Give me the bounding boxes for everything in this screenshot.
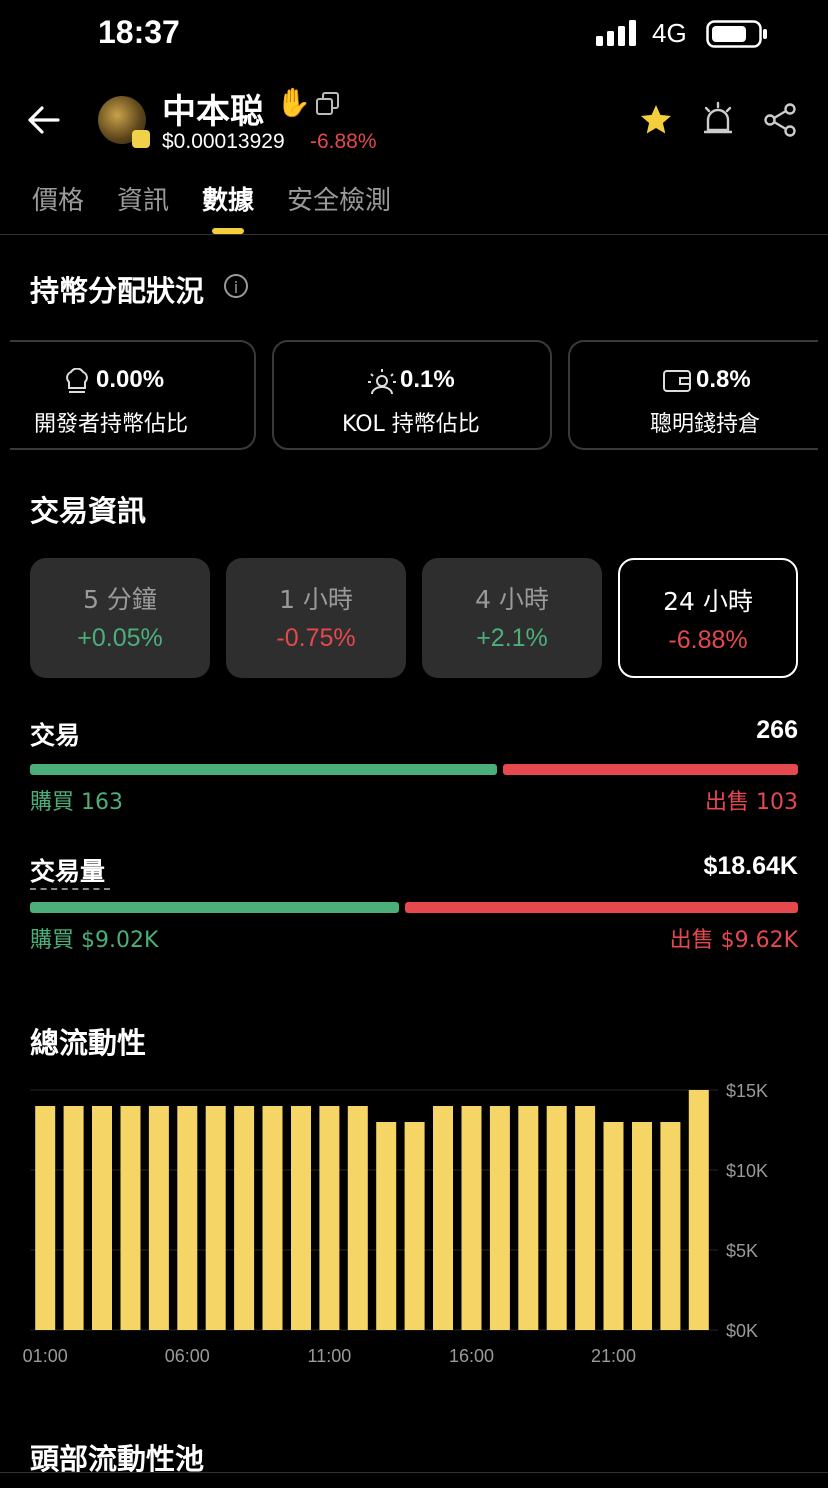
wallet-icon [663,370,691,392]
liquidity-title: 總流動性 [30,1026,147,1060]
timeframe-change: -0.75% [276,624,356,652]
chart-bar[interactable] [546,1106,567,1330]
network-type: 4G [652,18,687,48]
trading-title: 交易資訊 [30,494,147,528]
timeframe-name: 4 小時 [475,585,549,614]
volume-sell-bar [405,902,798,913]
volume-label-underline [30,888,110,890]
chart-y-tick: $10K [726,1161,768,1181]
txns-buy-bar [30,764,497,775]
holding-value: 0.8% [696,366,751,393]
holdings-title: 持幣分配狀況 [30,274,205,308]
hand-icon: ✋ [276,86,311,119]
tab-security[interactable]: 安全檢測 [287,180,391,217]
holding-card-smart-money[interactable]: 0.8% 聰明錢持倉 [568,340,818,450]
chart-bar[interactable] [120,1106,141,1330]
timeframe-name: 1 小時 [279,585,353,614]
chart-x-tick: 01:00 [23,1346,68,1366]
alert-icon[interactable] [700,100,736,136]
token-name: 中本聪 [162,92,264,132]
chart-bar[interactable] [461,1106,482,1330]
chart-bar[interactable] [63,1106,84,1330]
chart-bar[interactable] [177,1106,198,1330]
sun-person-icon [368,369,396,395]
timeframe-5m[interactable]: 5 分鐘 +0.05% [30,558,210,678]
timeframe-name: 5 分鐘 [83,585,157,614]
txns-total: 266 [756,716,798,744]
tab-data[interactable]: 數據 [202,180,254,217]
status-time: 18:37 [98,14,180,50]
chef-hat-icon [66,368,88,393]
chart-x-tick: 06:00 [165,1346,210,1366]
token-price: $0.00013929 [162,130,285,153]
tab-info[interactable]: 資訊 [117,180,169,217]
chart-bar[interactable] [347,1106,368,1330]
info-icon[interactable]: i [224,274,248,298]
timeframe-change: -6.88% [668,626,748,654]
copy-icon[interactable] [314,90,342,118]
chart-bar[interactable] [518,1106,539,1330]
txns-label: 交易 [30,721,81,750]
timeframe-24h[interactable]: 24 小時 -6.88% [618,558,798,678]
chart-bar[interactable] [376,1122,397,1330]
chart-bar[interactable] [291,1106,311,1330]
txns-sell-bar [503,764,798,775]
holding-value: 0.1% [400,366,455,393]
tabs-divider [0,234,828,235]
timeframe-4h[interactable]: 4 小時 +2.1% [422,558,602,678]
chart-bar[interactable] [575,1106,596,1330]
chart-bar[interactable] [489,1106,510,1330]
chart-y-tick: $15K [726,1081,768,1101]
back-arrow-icon[interactable] [26,104,60,136]
volume-sell: 出售 $9.62K [669,928,798,953]
star-icon[interactable] [638,102,674,138]
holding-value: 0.00% [96,366,165,393]
chart-bar[interactable] [205,1106,226,1330]
chart-bar[interactable] [92,1106,112,1330]
txns-sell: 出售 103 [705,790,798,815]
chart-bar[interactable] [632,1122,652,1330]
chart-bar[interactable] [234,1106,255,1330]
volume-total: $18.64K [703,852,798,880]
timeframe-change: +2.1% [476,624,548,652]
holding-label: 開發者持幣佔比 [34,412,189,437]
chart-x-tick: 16:00 [449,1346,494,1366]
holding-card-dev[interactable]: 0.00% 開發者持幣佔比 [10,340,256,450]
chart-bar[interactable] [262,1106,283,1330]
chart-x-tick: 21:00 [591,1346,636,1366]
chart-y-tick: $5K [726,1241,758,1261]
timeframe-name: 24 小時 [663,587,753,616]
chart-bar[interactable] [688,1090,709,1330]
signal-icon [596,20,636,46]
chart-bar[interactable] [148,1106,169,1330]
share-icon[interactable] [762,102,798,138]
holding-card-kol[interactable]: 0.1% KOL 持幣佔比 [272,340,552,450]
bottom-divider [0,1472,828,1473]
chart-y-tick: $0K [726,1321,758,1341]
txns-buy: 購買 163 [30,790,123,815]
chart-bar[interactable] [603,1122,624,1330]
chart-bar[interactable] [35,1106,56,1330]
timeframe-1h[interactable]: 1 小時 -0.75% [226,558,406,678]
chain-badge-icon [132,130,150,148]
tab-price[interactable]: 價格 [32,180,84,217]
price-change: -6.88% [310,130,377,153]
volume-buy: 購買 $9.02K [30,928,159,953]
chart-bar[interactable] [660,1122,681,1330]
chart-bar[interactable] [433,1106,453,1330]
chart-bar[interactable] [404,1122,425,1330]
battery-icon [706,20,767,48]
chart-bar[interactable] [319,1106,340,1330]
liquidity-chart: $15K $10K $5K $0K 01:00 06:00 11:00 16:00 21:00 [23,1081,768,1366]
holding-label: 聰明錢持倉 [650,412,761,437]
chart-x-tick: 11:00 [308,1346,352,1366]
volume-buy-bar [30,902,399,913]
timeframe-change: +0.05% [77,624,163,652]
holding-label: KOL 持幣佔比 [342,412,480,437]
volume-label[interactable]: 交易量 [30,852,105,888]
